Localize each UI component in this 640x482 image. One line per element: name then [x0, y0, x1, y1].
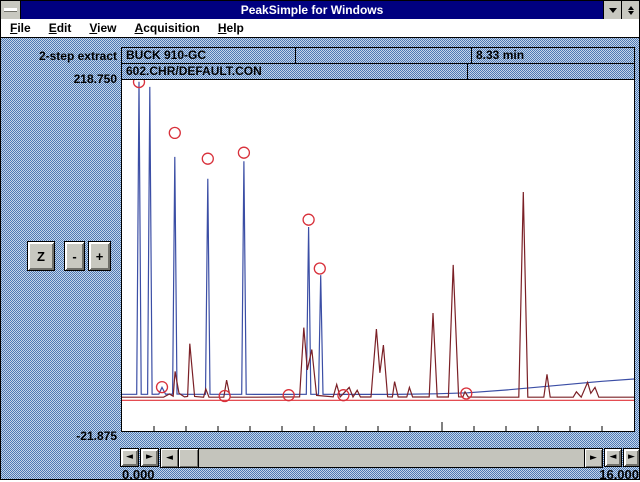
y-axis-max-label: 218.750 — [11, 72, 117, 86]
chart-header-row-1: BUCK 910-GC 8.33 min — [122, 48, 634, 64]
sample-name-label: 2-step extract — [11, 49, 117, 63]
header-empty-cell-2[interactable] — [468, 64, 634, 79]
restore-button[interactable] — [621, 1, 639, 19]
minimize-icon — [609, 8, 617, 17]
scrollbar-thumb[interactable] — [179, 449, 199, 467]
menu-file[interactable]: File — [1, 20, 40, 36]
scrollbar-left-arrow[interactable]: ◄ — [161, 449, 179, 467]
left-arrow-icon: ◄ — [610, 453, 617, 462]
filename-cell[interactable]: 602.CHR/DEFAULT.CON — [122, 64, 468, 79]
menu-help[interactable]: Help — [209, 20, 253, 36]
horizontal-scrollbar: ◄ ► — [160, 448, 603, 468]
retention-time-cell[interactable]: 8.33 min — [472, 48, 634, 63]
window-title: PeakSimple for Windows — [21, 1, 603, 19]
chart-header-row-2: 602.CHR/DEFAULT.CON — [122, 64, 634, 80]
restore-up-icon — [628, 3, 634, 10]
menu-edit[interactable]: Edit — [40, 20, 81, 36]
pan-left-button[interactable]: ◄ — [604, 448, 622, 467]
zoom-in-button[interactable]: + — [88, 241, 111, 271]
chromatogram-panel: BUCK 910-GC 8.33 min 602.CHR/DEFAULT.CON — [121, 47, 635, 432]
right-arrow-icon: ► — [146, 453, 153, 462]
menu-bar: File Edit View Acquisition Help — [1, 19, 639, 38]
right-arrow-icon: ► — [628, 453, 635, 462]
scrollbar-track[interactable] — [199, 449, 584, 467]
zoom-out-button[interactable]: - — [64, 241, 85, 271]
system-menu-button[interactable] — [1, 1, 21, 19]
y-axis-min-label: -21.875 — [11, 429, 117, 443]
restore-down-icon — [628, 11, 634, 18]
right-arrow-icon: ► — [590, 454, 597, 463]
left-arrow-icon: ◄ — [126, 453, 133, 462]
plot-area — [122, 80, 634, 431]
shift-left-button[interactable]: ◄ — [120, 448, 139, 467]
header-empty-cell[interactable] — [296, 48, 472, 63]
scrollbar-right-arrow[interactable]: ► — [584, 449, 602, 467]
minimize-button[interactable] — [603, 1, 621, 19]
menu-acquisition[interactable]: Acquisition — [126, 20, 209, 36]
app-window: PeakSimple for Windows File Edit View Ac… — [0, 0, 640, 480]
title-bar: PeakSimple for Windows — [1, 1, 639, 19]
instrument-cell[interactable]: BUCK 910-GC — [122, 48, 296, 63]
system-menu-dash-icon — [4, 8, 17, 12]
menu-view[interactable]: View — [80, 20, 125, 36]
zoom-button[interactable]: Z — [27, 241, 55, 271]
left-arrow-icon: ◄ — [166, 454, 173, 463]
chromatogram-plot[interactable] — [122, 80, 634, 431]
shift-right-button[interactable]: ► — [140, 448, 159, 467]
pan-right-button[interactable]: ► — [623, 448, 640, 467]
